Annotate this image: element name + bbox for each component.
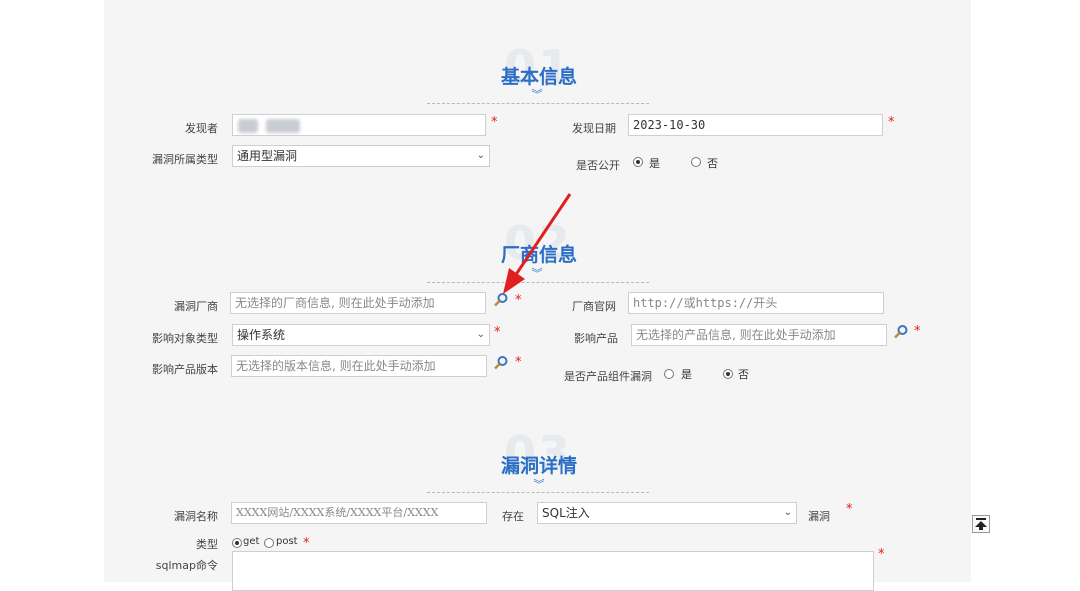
version-field[interactable]: 无选择的版本信息, 则在此处手动添加 bbox=[231, 355, 487, 377]
redacted-name bbox=[238, 119, 258, 133]
public-yes-radio[interactable] bbox=[633, 157, 643, 167]
component-no-radio[interactable] bbox=[723, 369, 733, 379]
component-no-label: 否 bbox=[738, 368, 749, 381]
type-post-radio[interactable] bbox=[264, 538, 274, 548]
target-type-label: 影响对象类型 bbox=[152, 332, 218, 345]
back-to-top-button[interactable] bbox=[972, 515, 990, 533]
public-no-radio[interactable] bbox=[691, 157, 701, 167]
component-yes-radio[interactable] bbox=[664, 369, 674, 379]
required-marker: * bbox=[491, 115, 498, 130]
vuln-name-field[interactable]: XXXX网站/XXXX系统/XXXX平台/XXXX bbox=[231, 502, 487, 524]
discoverer-label: 发现者 bbox=[185, 122, 218, 135]
type-label: 类型 bbox=[196, 538, 218, 551]
exists-label: 存在 bbox=[502, 510, 524, 523]
chevron-down-icon: ⌄ bbox=[476, 329, 485, 340]
required-marker: * bbox=[303, 536, 310, 551]
target-type-value: 操作系统 bbox=[237, 328, 286, 342]
chevron-double-down-icon: ︾ bbox=[533, 478, 545, 491]
vuln-class-value: SQL注入 bbox=[542, 506, 590, 520]
vuln-type-select[interactable]: 通用型漏洞 ⌄ bbox=[232, 145, 490, 167]
redacted-name bbox=[266, 119, 300, 133]
search-icon[interactable] bbox=[893, 324, 909, 340]
date-field[interactable]: 2023-10-30 bbox=[628, 114, 883, 136]
vendor-field[interactable]: 无选择的厂商信息, 则在此处手动添加 bbox=[230, 292, 486, 314]
product-field[interactable]: 无选择的产品信息, 则在此处手动添加 bbox=[631, 324, 887, 346]
chevron-down-icon: ⌄ bbox=[783, 507, 792, 518]
public-label: 是否公开 bbox=[576, 159, 620, 172]
vuln-class-select[interactable]: SQL注入 ⌄ bbox=[537, 502, 797, 524]
chevron-down-icon: ⌄ bbox=[476, 150, 485, 161]
required-marker: * bbox=[846, 502, 853, 517]
type-get-label: get bbox=[243, 536, 260, 547]
section-title-details: 漏洞详情 bbox=[500, 455, 577, 477]
required-marker: * bbox=[494, 325, 501, 340]
section-divider bbox=[427, 103, 649, 104]
required-marker: * bbox=[878, 547, 885, 562]
annotation-arrow bbox=[503, 193, 572, 294]
required-marker: * bbox=[888, 115, 895, 130]
public-no-label: 否 bbox=[707, 157, 718, 170]
vuln-suffix-label: 漏洞 bbox=[808, 510, 830, 523]
type-get-radio[interactable] bbox=[232, 538, 242, 548]
chevron-double-down-icon: ︾ bbox=[531, 88, 543, 101]
type-post-label: post bbox=[276, 536, 298, 547]
product-label: 影响产品 bbox=[574, 332, 618, 345]
required-marker: * bbox=[515, 355, 522, 370]
version-label: 影响产品版本 bbox=[152, 363, 218, 376]
vendor-label: 漏洞厂商 bbox=[174, 300, 218, 313]
vuln-type-label: 漏洞所属类型 bbox=[152, 153, 218, 166]
component-label: 是否产品组件漏洞 bbox=[564, 370, 652, 383]
section-divider bbox=[427, 492, 649, 493]
search-icon[interactable] bbox=[493, 355, 509, 371]
vuln-type-value: 通用型漏洞 bbox=[237, 149, 298, 163]
sqlmap-label: sqlmap命令 bbox=[155, 559, 218, 572]
sqlmap-textarea[interactable] bbox=[232, 551, 874, 591]
back-to-top-icon bbox=[975, 518, 987, 530]
component-yes-label: 是 bbox=[681, 368, 692, 381]
target-type-select[interactable]: 操作系统 ⌄ bbox=[232, 324, 490, 346]
website-field[interactable]: http://或https://开头 bbox=[628, 292, 884, 314]
date-label: 发现日期 bbox=[572, 122, 616, 135]
public-yes-label: 是 bbox=[649, 157, 660, 170]
required-marker: * bbox=[914, 324, 921, 339]
vuln-name-label: 漏洞名称 bbox=[174, 510, 218, 523]
section-title-basic: 基本信息 bbox=[500, 66, 577, 88]
